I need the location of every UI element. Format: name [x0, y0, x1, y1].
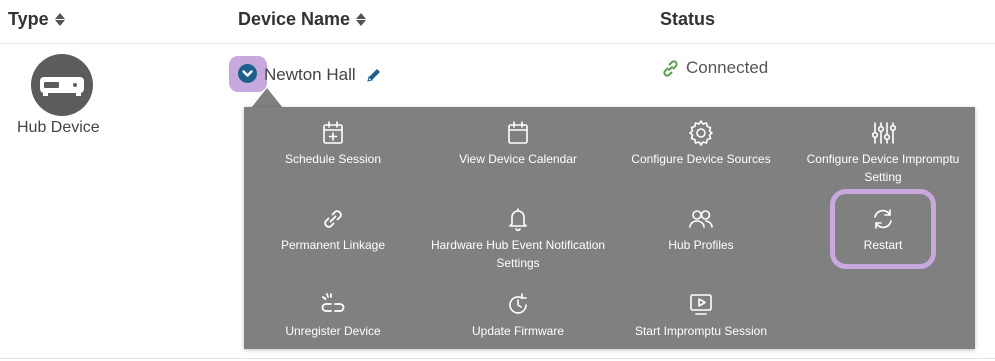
header-divider	[0, 43, 995, 44]
device-name: Newton Hall	[264, 65, 356, 84]
menu-item-configure-impromptu-setting[interactable]: Configure Device Impromptu Setting	[794, 120, 972, 186]
menu-item-label: Update Firmware	[471, 324, 565, 338]
column-header-device-name-label: Device Name	[238, 9, 351, 29]
play-screen-icon	[690, 294, 712, 315]
menu-item-update-firmware[interactable]: Update Firmware	[429, 292, 607, 340]
chevron-down-icon	[242, 70, 253, 77]
column-header-status: Status	[660, 9, 715, 30]
menu-item-label: Hardware Hub Event Notification Settings	[430, 238, 606, 270]
menu-item-label: Unregister Device	[285, 324, 381, 338]
status-text: Connected	[686, 58, 769, 77]
row-divider	[0, 358, 995, 359]
menu-item-label: View Device Calendar	[459, 152, 577, 166]
expand-highlight	[229, 56, 267, 92]
column-header-device-name[interactable]: Device Name	[238, 9, 367, 30]
sort-icon	[54, 13, 65, 26]
hub-device-icon	[31, 54, 93, 116]
users-icon	[689, 210, 713, 228]
menu-item-label: Hub Profiles	[668, 238, 734, 252]
calendar-icon	[508, 121, 528, 144]
column-header-type[interactable]: Type	[8, 9, 65, 30]
menu-item-unregister-device[interactable]: Unregister Device	[244, 292, 422, 340]
device-type-label: Hub Device	[17, 119, 100, 136]
bell-icon	[509, 208, 527, 232]
broken-link-icon	[321, 293, 345, 312]
menu-item-label: Configure Device Sources	[631, 152, 771, 166]
status-cell: Connected	[661, 58, 768, 78]
menu-item-schedule-session[interactable]: Schedule Session	[244, 120, 422, 168]
menu-item-label: Configure Device Impromptu Setting	[806, 152, 960, 184]
column-header-type-label: Type	[8, 9, 49, 29]
sliders-icon	[871, 122, 896, 144]
link-icon	[663, 59, 678, 77]
menu-item-permanent-linkage[interactable]: Permanent Linkage	[244, 206, 422, 254]
gear-icon	[689, 120, 713, 146]
menu-item-hub-profiles[interactable]: Hub Profiles	[612, 206, 790, 254]
menu-item-view-device-calendar[interactable]: View Device Calendar	[429, 120, 607, 168]
menu-item-configure-device-sources[interactable]: Configure Device Sources	[612, 120, 790, 168]
menu-item-hardware-hub-event-notification[interactable]: Hardware Hub Event Notification Settings	[429, 206, 607, 272]
column-header-status-label: Status	[660, 9, 716, 29]
clock-refresh-icon	[509, 293, 527, 314]
pencil-icon[interactable]	[365, 66, 383, 84]
refresh-icon	[874, 209, 892, 229]
calendar-plus-icon	[323, 121, 343, 144]
menu-item-label: Permanent Linkage	[280, 238, 386, 252]
link-icon	[324, 210, 342, 228]
device-actions-menu: Schedule Session View Device Calendar Co…	[244, 107, 975, 349]
menu-item-label: Schedule Session	[284, 152, 382, 166]
menu-item-start-impromptu-session[interactable]: Start Impromptu Session	[612, 292, 790, 340]
menu-caret	[251, 88, 283, 108]
sort-icon	[356, 13, 367, 26]
menu-item-label: Restart	[863, 238, 903, 252]
expand-menu-button[interactable]	[238, 64, 257, 83]
menu-item-restart[interactable]: Restart	[794, 206, 972, 254]
menu-item-label: Start Impromptu Session	[634, 324, 768, 338]
